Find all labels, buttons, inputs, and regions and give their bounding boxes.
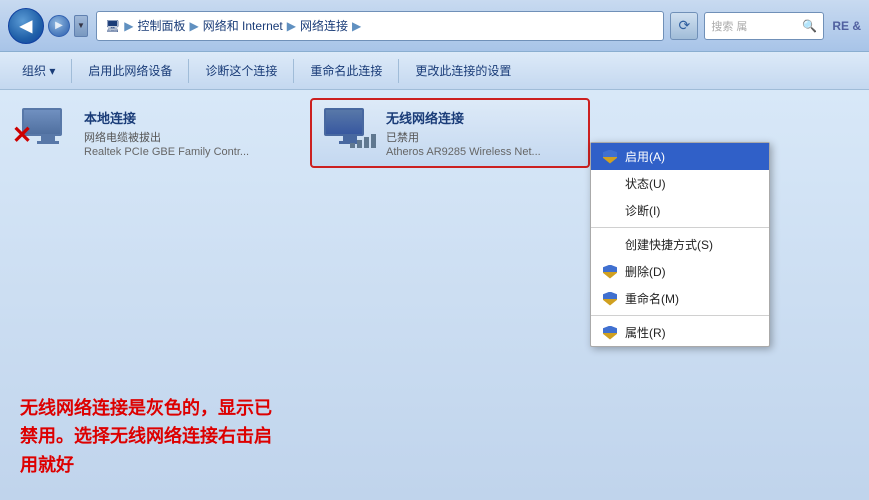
search-placeholder: 搜索 属 bbox=[711, 18, 802, 34]
context-menu-status[interactable]: 状态(U) bbox=[591, 170, 769, 197]
separator-3: ▶ bbox=[287, 19, 296, 33]
local-connection-item[interactable]: ✕ 本地连接 网络电缆被拔出 Realtek PCIe GBE Family C… bbox=[10, 100, 310, 166]
breadcrumb-connections: 网络连接 bbox=[300, 17, 348, 34]
shield-properties-icon bbox=[603, 326, 617, 340]
breadcrumb-network[interactable]: 网络和 Internet bbox=[203, 17, 283, 34]
shield-enable-icon bbox=[603, 150, 617, 164]
separator-1: ▶ bbox=[124, 19, 133, 33]
address-bar[interactable]: 🖥 ▶ 控制面板 ▶ 网络和 Internet ▶ 网络连接 ▶ bbox=[96, 11, 664, 41]
local-connection-status: 网络电缆被拔出 bbox=[84, 129, 298, 145]
context-menu: 启用(A) 状态(U) 诊断(I) 创建快捷方式(S) 删除(D) 重命名(M) bbox=[590, 142, 770, 347]
context-menu-enable[interactable]: 启用(A) bbox=[591, 143, 769, 170]
wireless-monitor-body bbox=[324, 108, 364, 136]
toolbar-change-label: 更改此连接的设置 bbox=[415, 62, 511, 79]
main-content: ✕ 本地连接 网络电缆被拔出 Realtek PCIe GBE Family C… bbox=[0, 90, 869, 500]
signal-bar-2 bbox=[357, 140, 362, 148]
context-menu-rename-label: 重命名(M) bbox=[625, 290, 679, 307]
context-menu-divider-1 bbox=[591, 227, 769, 228]
signal-bar-1 bbox=[350, 143, 355, 148]
local-monitor-base bbox=[37, 141, 59, 144]
wireless-connection-item[interactable]: 无线网络连接 已禁用 Atheros AR9285 Wireless Net..… bbox=[310, 98, 590, 168]
local-connection-info: 本地连接 网络电缆被拔出 Realtek PCIe GBE Family Con… bbox=[84, 108, 298, 158]
wireless-connection-adapter: Atheros AR9285 Wireless Net... bbox=[386, 146, 576, 158]
toolbar-change-settings[interactable]: 更改此连接的设置 bbox=[405, 58, 521, 83]
refresh-button[interactable]: ⟳ bbox=[670, 12, 698, 40]
context-menu-rename[interactable]: 重命名(M) bbox=[591, 285, 769, 312]
toolbar-divider-2 bbox=[188, 59, 189, 83]
context-menu-shortcut-label: 创建快捷方式(S) bbox=[625, 236, 713, 253]
toolbar-divider-3 bbox=[293, 59, 294, 83]
breadcrumb-controlpanel[interactable]: 控制面板 bbox=[137, 17, 185, 34]
toolbar-organize[interactable]: 组织 ▾ bbox=[12, 58, 65, 83]
back-button[interactable]: ◀ bbox=[8, 8, 44, 44]
signal-bar-4 bbox=[371, 134, 376, 148]
shield-delete-icon bbox=[603, 265, 617, 279]
nav-buttons: ◀ ▶ ▼ bbox=[8, 8, 88, 44]
search-icon: 🔍 bbox=[802, 19, 817, 33]
toolbar-divider-1 bbox=[71, 59, 72, 83]
toolbar-rename[interactable]: 重命名此连接 bbox=[300, 58, 392, 83]
context-menu-properties-label: 属性(R) bbox=[625, 324, 666, 341]
signal-bars bbox=[350, 134, 376, 148]
context-menu-diagnose-label: 诊断(I) bbox=[625, 202, 660, 219]
search-box[interactable]: 搜索 属 🔍 bbox=[704, 12, 824, 40]
forward-button[interactable]: ▶ bbox=[48, 15, 70, 37]
toolbar-diagnose[interactable]: 诊断这个连接 bbox=[195, 58, 287, 83]
titlebar: ◀ ▶ ▼ 🖥 ▶ 控制面板 ▶ 网络和 Internet ▶ 网络连接 ▶ ⟳… bbox=[0, 0, 869, 52]
wireless-monitor-screen bbox=[326, 110, 362, 134]
context-menu-properties[interactable]: 属性(R) bbox=[591, 319, 769, 346]
toolbar-diagnose-label: 诊断这个连接 bbox=[205, 62, 277, 79]
toolbar-organize-label: 组织 ▾ bbox=[22, 62, 55, 79]
signal-bar-3 bbox=[364, 137, 369, 148]
context-menu-shortcut[interactable]: 创建快捷方式(S) bbox=[591, 231, 769, 258]
separator-4: ▶ bbox=[352, 19, 361, 33]
wireless-connection-status: 已禁用 bbox=[386, 129, 576, 145]
toolbar-rename-label: 重命名此连接 bbox=[310, 62, 382, 79]
breadcrumb-icon: 🖥 bbox=[105, 19, 120, 33]
wireless-connection-icon bbox=[324, 108, 376, 156]
wireless-connection-name: 无线网络连接 bbox=[386, 108, 576, 127]
context-menu-delete-label: 删除(D) bbox=[625, 263, 666, 280]
disconnected-x-icon: ✕ bbox=[12, 124, 32, 148]
wireless-connection-info: 无线网络连接 已禁用 Atheros AR9285 Wireless Net..… bbox=[386, 108, 576, 158]
local-connection-adapter: Realtek PCIe GBE Family Contr... bbox=[84, 146, 298, 158]
context-menu-divider-2 bbox=[591, 315, 769, 316]
corner-label: RE & bbox=[832, 19, 861, 33]
history-dropdown-button[interactable]: ▼ bbox=[74, 15, 88, 37]
instruction-content: 无线网络连接是灰色的，显示已禁用。选择无线网络连接右击启用就好 bbox=[20, 398, 272, 476]
toolbar-enable-label: 启用此网络设备 bbox=[88, 62, 172, 79]
instruction-text: 无线网络连接是灰色的，显示已禁用。选择无线网络连接右击启用就好 bbox=[20, 394, 280, 480]
local-connection-name: 本地连接 bbox=[84, 108, 298, 127]
context-menu-status-label: 状态(U) bbox=[625, 175, 666, 192]
context-menu-delete[interactable]: 删除(D) bbox=[591, 258, 769, 285]
context-menu-enable-label: 启用(A) bbox=[625, 148, 665, 165]
toolbar-divider-4 bbox=[398, 59, 399, 83]
back-arrow-icon: ◀ bbox=[20, 16, 32, 36]
toolbar: 组织 ▾ 启用此网络设备 诊断这个连接 重命名此连接 更改此连接的设置 bbox=[0, 52, 869, 90]
local-connection-icon: ✕ bbox=[22, 108, 74, 144]
separator-2: ▶ bbox=[189, 19, 198, 33]
forward-arrow-icon: ▶ bbox=[55, 20, 63, 31]
context-menu-diagnose[interactable]: 诊断(I) bbox=[591, 197, 769, 224]
refresh-icon: ⟳ bbox=[678, 17, 690, 34]
toolbar-enable-device[interactable]: 启用此网络设备 bbox=[78, 58, 182, 83]
dropdown-arrow-icon: ▼ bbox=[77, 21, 85, 30]
shield-rename-icon bbox=[603, 292, 617, 306]
